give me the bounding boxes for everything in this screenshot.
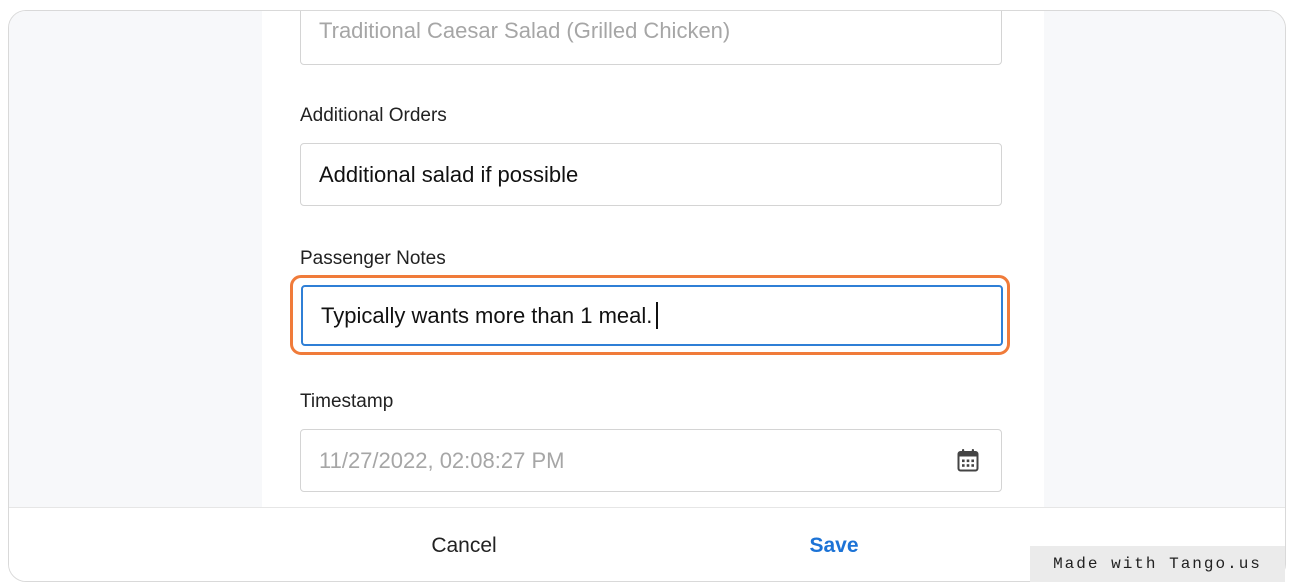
app-window: Traditional Caesar Salad (Grilled Chicke… [8,10,1286,582]
left-backdrop [9,11,262,507]
cancel-button[interactable]: Cancel [339,508,589,581]
additional-orders-label: Additional Orders [300,105,447,126]
passenger-notes-label: Passenger Notes [300,248,446,269]
timestamp-input[interactable]: 11/27/2022, 02:08:27 PM [300,429,1002,492]
additional-orders-input[interactable]: Additional salad if possible [300,143,1002,206]
tango-watermark: Made with Tango.us [1030,546,1285,582]
timestamp-value: 11/27/2022, 02:08:27 PM [319,447,565,473]
meal-selection-value: Traditional Caesar Salad (Grilled Chicke… [319,18,731,43]
right-backdrop [1044,11,1285,507]
passenger-notes-value: Typically wants more than 1 meal. [321,302,653,328]
calendar-icon[interactable] [957,448,979,472]
timestamp-label: Timestamp [300,391,394,412]
passenger-notes-input[interactable]: Typically wants more than 1 meal. [301,285,1003,346]
save-button[interactable]: Save [724,508,944,581]
additional-orders-value: Additional salad if possible [319,161,579,187]
text-cursor [656,302,658,329]
meal-selection-field[interactable]: Traditional Caesar Salad (Grilled Chicke… [300,11,1002,65]
edit-form-panel: Traditional Caesar Salad (Grilled Chicke… [262,11,1044,507]
